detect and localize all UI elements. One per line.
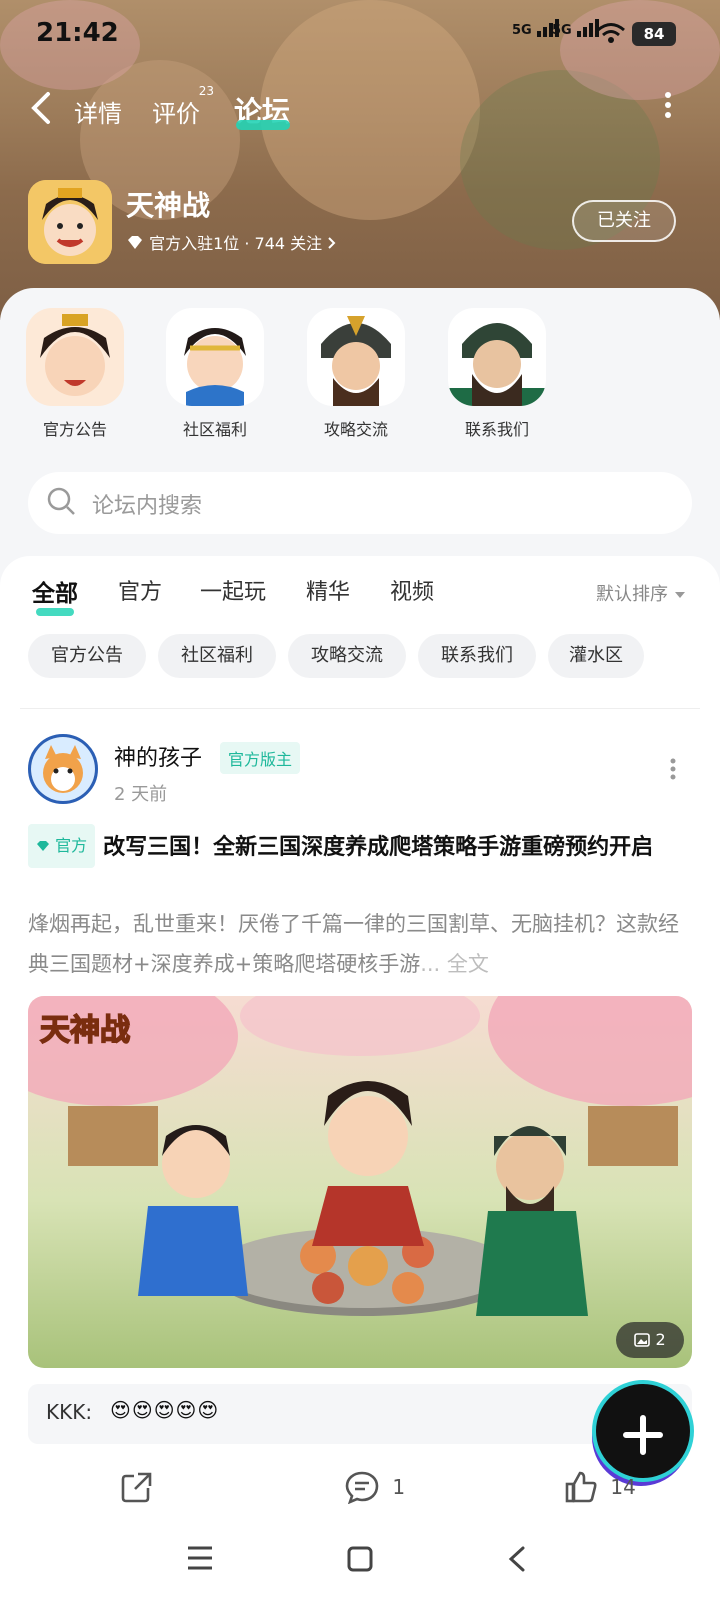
home-icon[interactable]	[346, 1545, 374, 1573]
chip-welfare[interactable]: 社区福利	[158, 634, 276, 678]
top-nav: 详情 评价 23 论坛	[0, 84, 720, 134]
post-more-icon[interactable]	[670, 758, 676, 780]
shortcut-contact[interactable]: 联系我们	[442, 308, 552, 440]
filter-tab-video[interactable]: 视频	[390, 574, 434, 606]
search-icon	[47, 487, 75, 515]
tab-reviews[interactable]: 评价 23	[152, 84, 214, 129]
search-placeholder: 论坛内搜索	[92, 494, 203, 519]
filter-tab-all[interactable]: 全部	[32, 574, 78, 616]
filter-tab-play-together[interactable]: 一起玩	[200, 574, 266, 606]
sort-dropdown[interactable]: 默认排序	[596, 580, 686, 606]
image-count-label: 2	[655, 1330, 666, 1349]
game-info: 天神战 官方入驻1位 · 744 关注 已关注	[28, 180, 692, 270]
chevron-right-icon	[328, 237, 336, 249]
post-author[interactable]: 神的孩子	[114, 740, 202, 772]
active-filter-indicator	[36, 608, 74, 616]
post-actions: 1 14	[0, 1462, 720, 1522]
official-badge: 官方	[28, 824, 96, 868]
system-nav-bar	[0, 1525, 720, 1601]
filter-tab-label: 官方	[118, 580, 163, 605]
shortcut-announcements[interactable]: 官方公告	[20, 308, 130, 440]
chip-chat[interactable]: 灌水区	[548, 634, 644, 678]
comment-author: KKK:	[46, 1400, 93, 1424]
like-count: 14	[610, 1475, 636, 1499]
status-time: 21:42	[36, 18, 119, 48]
shortcut-label: 官方公告	[42, 420, 107, 439]
tab-details[interactable]: 详情	[74, 94, 122, 129]
image-logo: 天神战	[40, 1014, 130, 1047]
battery-icon: 84	[632, 22, 676, 46]
shortcut-label: 社区福利	[182, 420, 247, 439]
post-excerpt[interactable]: 烽烟再起，乱世重来！厌倦了千篇一律的三国割草、无脑挂机？这款经典三国题材+深度养…	[28, 904, 692, 984]
plus-icon	[623, 1415, 663, 1455]
back-nav-icon[interactable]	[506, 1545, 528, 1573]
share-icon	[121, 1472, 152, 1503]
image-icon	[634, 1333, 651, 1347]
shortcut-label: 联系我们	[464, 420, 529, 439]
chip-contact[interactable]: 联系我们	[418, 634, 536, 678]
like-button[interactable]: 14	[564, 1470, 636, 1510]
shortcut-guides[interactable]: 攻略交流	[301, 308, 411, 440]
guides-avatar	[307, 308, 405, 406]
game-subtitle[interactable]: 官方入驻1位 · 744 关注	[126, 230, 337, 254]
diamond-icon	[128, 236, 142, 249]
filter-tab-official[interactable]: 官方	[118, 574, 162, 606]
comment-icon	[345, 1471, 379, 1505]
comment-preview[interactable]: KKK: 😍😍😍😍😍	[28, 1384, 692, 1444]
image-count-badge: 2	[616, 1322, 684, 1358]
game-icon[interactable]	[28, 180, 112, 264]
avatar[interactable]	[28, 734, 98, 804]
announcement-avatar	[26, 308, 124, 406]
diamond-icon	[37, 841, 49, 851]
welfare-avatar	[166, 308, 264, 406]
post-title[interactable]: 官方 改写三国！全新三国深度养成爬塔策略手游重磅预约开启	[28, 824, 692, 868]
chip-announcements[interactable]: 官方公告	[28, 634, 146, 678]
filter-tab-label: 一起玩	[200, 580, 267, 605]
divider	[20, 708, 700, 709]
status-bar: 21:42 5G 5G 84	[0, 0, 720, 70]
post-image[interactable]: 天神战	[28, 996, 692, 1368]
forum-shortcuts: 官方公告 社区福利 攻略交流 联系我们	[20, 308, 700, 440]
official-badge-label: 官方	[55, 836, 88, 855]
excerpt-ellipsis: ...	[420, 952, 447, 976]
shortcut-welfare[interactable]: 社区福利	[160, 308, 270, 440]
active-tab-indicator	[236, 120, 290, 130]
tab-details-label: 详情	[74, 100, 122, 128]
shortcut-label: 攻略交流	[323, 420, 388, 439]
caret-down-icon	[674, 592, 685, 598]
comment-count: 1	[392, 1475, 406, 1499]
post-title-text: 改写三国！全新三国深度养成爬塔策略手游重磅预约开启	[103, 835, 654, 860]
post-time: 2 天前	[114, 784, 168, 805]
menu-icon[interactable]	[186, 1545, 214, 1571]
follow-button[interactable]: 已关注	[572, 200, 676, 242]
share-button[interactable]	[120, 1470, 154, 1510]
contact-avatar	[448, 308, 546, 406]
game-title: 天神战	[126, 189, 211, 222]
wifi-icon	[597, 23, 625, 43]
filter-tab-label: 精华	[306, 580, 351, 605]
filter-tab-featured[interactable]: 精华	[306, 574, 350, 606]
comment-button[interactable]: 1	[344, 1470, 405, 1510]
thumbs-up-icon	[565, 1471, 597, 1503]
comment-text: 😍😍😍😍😍	[110, 1398, 220, 1422]
moderator-badge: 官方版主	[220, 742, 301, 774]
network-type-2: 5G	[552, 23, 572, 38]
back-icon[interactable]	[28, 90, 52, 135]
tab-reviews-label: 评价	[152, 100, 200, 128]
forum-search[interactable]: 论坛内搜索	[28, 472, 692, 534]
more-icon[interactable]	[664, 92, 672, 118]
full-text-link[interactable]: 全文	[447, 952, 489, 976]
review-count-badge: 23	[198, 84, 214, 98]
excerpt-text: 烽烟再起，乱世重来！厌倦了千篇一律的三国割草、无脑挂机？这款经典三国题材+深度养…	[28, 912, 679, 976]
filter-tab-label: 视频	[390, 580, 435, 605]
network-type: 5G	[512, 23, 532, 38]
sort-label: 默认排序	[596, 584, 668, 605]
signal-icon-2: 5G	[552, 18, 602, 38]
filter-tab-label: 全部	[32, 581, 78, 607]
game-subtitle-text: 官方入驻1位 · 744 关注	[149, 234, 323, 253]
chip-guides[interactable]: 攻略交流	[288, 634, 406, 678]
